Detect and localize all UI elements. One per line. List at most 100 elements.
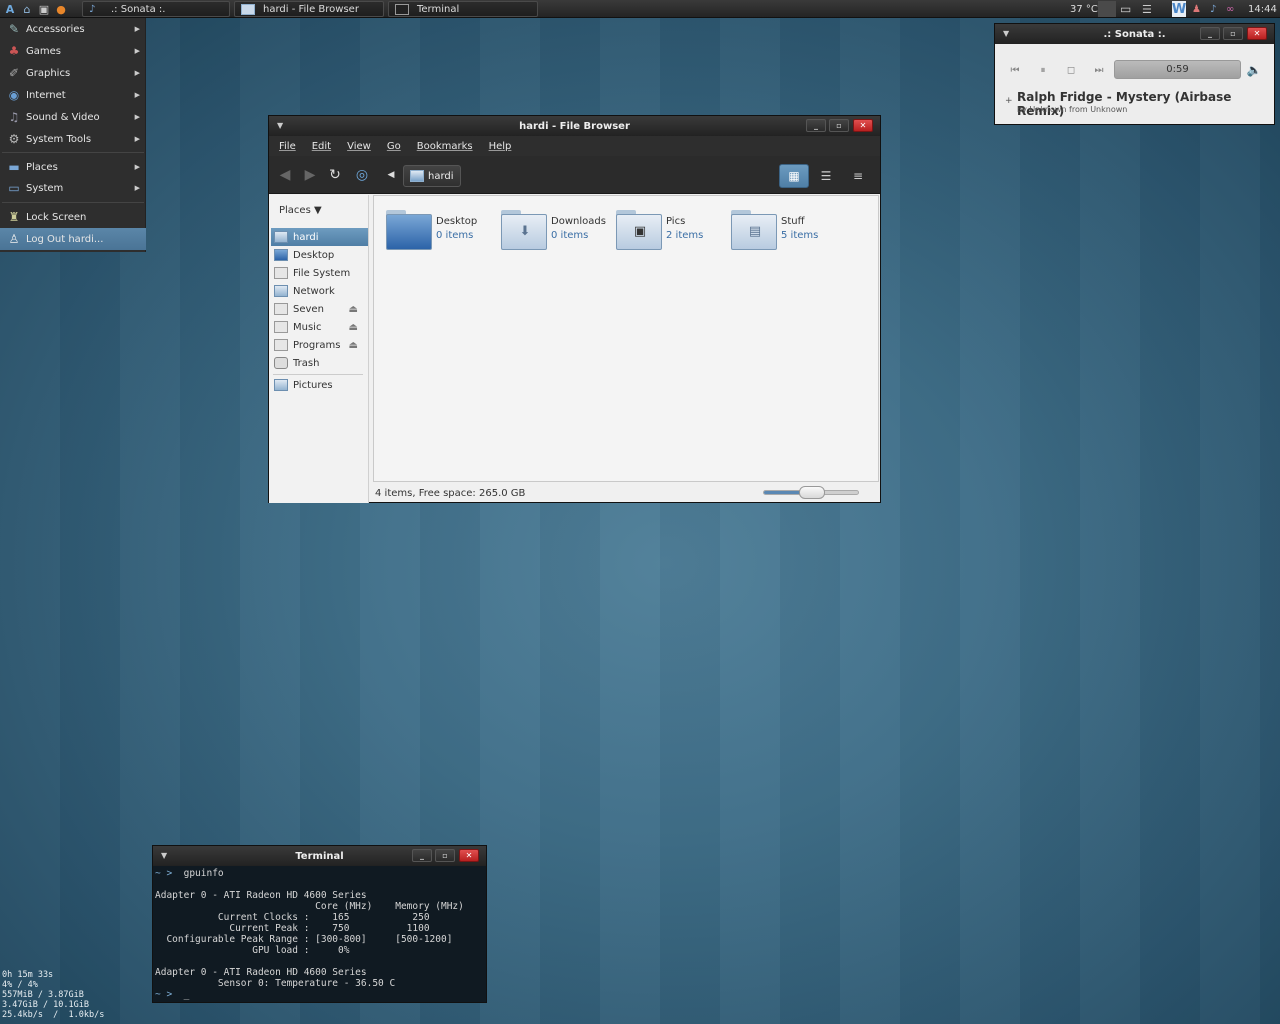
- sidebar-item-seven[interactable]: Seven ⏏: [271, 300, 368, 318]
- places-sidebar: Places ▼ hardi Desktop File System Netwo…: [269, 195, 369, 503]
- maximize-button[interactable]: ▫: [1223, 27, 1243, 40]
- music-tray-icon[interactable]: ♪: [1210, 1, 1216, 17]
- window-title: hardi - File Browser: [519, 120, 630, 132]
- file-browser-titlebar[interactable]: ▼ hardi - File Browser _ ▫ ✕: [269, 116, 880, 136]
- menu-edit[interactable]: Edit: [312, 141, 331, 152]
- menu-item-accessories[interactable]: ✎ Accessories ▶: [0, 18, 146, 40]
- eject-icon[interactable]: ⏏: [349, 304, 358, 315]
- menu-view[interactable]: View: [347, 141, 371, 152]
- volume-icon[interactable]: 🔈: [1244, 62, 1264, 78]
- menu-item-system-tools[interactable]: ⚙ System Tools ▶: [0, 128, 146, 150]
- file-item-desktop[interactable]: Desktop 0 items: [386, 210, 477, 250]
- forward-button[interactable]: ▶: [300, 165, 320, 185]
- maximize-button[interactable]: ▫: [829, 119, 849, 132]
- network-icon[interactable]: ▭: [1120, 1, 1131, 17]
- menu-item-sound-video[interactable]: ♫ Sound & Video ▶: [0, 106, 146, 128]
- sidebar-item-music[interactable]: Music ⏏: [271, 318, 368, 336]
- task-sonata[interactable]: ♪ .: Sonata :.: [82, 1, 230, 17]
- firefox-icon[interactable]: ●: [53, 1, 69, 17]
- drive-icon: [274, 339, 288, 351]
- terminal-prompt: ~ >: [155, 989, 173, 1000]
- submenu-arrow-icon: ▶: [134, 184, 140, 192]
- previous-track-button[interactable]: ⏮: [1005, 62, 1025, 78]
- zoom-slider[interactable]: [763, 486, 859, 499]
- eject-icon[interactable]: ⏏: [349, 322, 358, 333]
- submenu-arrow-icon: ▶: [134, 135, 140, 143]
- eject-icon[interactable]: ⏏: [349, 340, 358, 351]
- path-back-arrow-icon[interactable]: ◀: [381, 165, 401, 185]
- display-icon[interactable]: ☰: [1142, 1, 1152, 17]
- search-button[interactable]: ◎: [352, 165, 372, 185]
- terminal-output[interactable]: ~ > gpuinfo Adapter 0 - ATI Radeon HD 46…: [155, 868, 486, 1002]
- file-view[interactable]: Desktop 0 items ⬇ Downloads 0 items ▣ Pi…: [373, 195, 879, 482]
- sidebar-item-file-system[interactable]: File System: [271, 264, 368, 282]
- messenger-icon[interactable]: ∞: [1226, 1, 1234, 17]
- sonata-titlebar[interactable]: ▼ .: Sonata :. _ ▫ ✕: [995, 24, 1274, 44]
- menu-bookmarks[interactable]: Bookmarks: [417, 141, 473, 152]
- menu-item-lock-screen[interactable]: ♜ Lock Screen: [0, 206, 146, 228]
- sidebar-item-network[interactable]: Network: [271, 282, 368, 300]
- next-track-button[interactable]: ⏭: [1089, 62, 1109, 78]
- file-item-downloads[interactable]: ⬇ Downloads 0 items: [501, 210, 606, 250]
- window-menu-icon[interactable]: ▼: [161, 851, 167, 860]
- task-file-browser[interactable]: hardi - File Browser: [234, 1, 384, 17]
- menu-item-system[interactable]: ▭ System ▶: [0, 177, 146, 199]
- submenu-arrow-icon: ▶: [134, 163, 140, 171]
- menu-item-log-out[interactable]: ♙ Log Out hardi...: [0, 228, 146, 250]
- menu-item-games[interactable]: ♣ Games ▶: [0, 40, 146, 62]
- terminal-launcher-icon[interactable]: ▣: [36, 1, 52, 17]
- status-text: 4 items, Free space: 265.0 GB: [375, 487, 526, 499]
- close-button[interactable]: ✕: [853, 119, 873, 132]
- icon-view-button[interactable]: ▦: [779, 164, 809, 188]
- menu-item-graphics[interactable]: ✐ Graphics ▶: [0, 62, 146, 84]
- terminal-window: ▼ Terminal _ ▫ ✕ ~ > gpuinfo Adapter 0 -…: [152, 845, 487, 1003]
- maximize-button[interactable]: ▫: [435, 849, 455, 862]
- window-title: Terminal: [295, 850, 344, 862]
- menu-help[interactable]: Help: [489, 141, 512, 152]
- main-menu-icon[interactable]: A: [2, 1, 18, 17]
- clock[interactable]: 14:44: [1248, 1, 1277, 17]
- minimize-button[interactable]: _: [412, 849, 432, 862]
- desktop-icon: [274, 249, 288, 261]
- stop-button[interactable]: ◻: [1061, 62, 1081, 78]
- minimize-button[interactable]: _: [806, 119, 826, 132]
- expander-icon[interactable]: +: [1005, 96, 1013, 106]
- user-icon[interactable]: ♟: [1192, 1, 1201, 17]
- minimize-button[interactable]: _: [1200, 27, 1220, 40]
- terminal-line: Sensor 0: Temperature - 36.50 C: [155, 978, 396, 989]
- drive-icon: [274, 303, 288, 315]
- menu-bar: File Edit View Go Bookmarks Help: [269, 136, 880, 156]
- close-button[interactable]: ✕: [459, 849, 479, 862]
- toolbar: ◀ ▶ ↻ ◎ ◀ hardi ▦ ☰ ≡: [269, 156, 880, 194]
- menu-file[interactable]: File: [279, 141, 296, 152]
- sidebar-item-trash[interactable]: Trash: [271, 354, 368, 372]
- writer-icon[interactable]: W: [1172, 1, 1186, 17]
- file-item-pics[interactable]: ▣ Pics 2 items: [616, 210, 703, 250]
- window-menu-icon[interactable]: ▼: [277, 121, 283, 130]
- zoom-slider-knob[interactable]: [799, 486, 825, 499]
- playback-progress-bar[interactable]: 0:59: [1114, 60, 1241, 79]
- places-dropdown[interactable]: Places ▼: [279, 205, 322, 216]
- sidebar-item-hardi[interactable]: hardi: [271, 228, 368, 246]
- home-folder-icon[interactable]: ⌂: [19, 1, 35, 17]
- pause-button[interactable]: ⏸: [1033, 62, 1053, 78]
- downloads-folder-icon: ⬇: [501, 210, 547, 250]
- menu-item-places[interactable]: ▬ Places ▶: [0, 156, 146, 178]
- close-button[interactable]: ✕: [1247, 27, 1267, 40]
- menu-go[interactable]: Go: [387, 141, 401, 152]
- menu-item-internet[interactable]: ◉ Internet ▶: [0, 84, 146, 106]
- path-button-hardi[interactable]: hardi: [403, 165, 461, 187]
- terminal-titlebar[interactable]: ▼ Terminal _ ▫ ✕: [153, 846, 486, 866]
- reload-button[interactable]: ↻: [325, 165, 345, 185]
- sidebar-item-programs[interactable]: Programs ⏏: [271, 336, 368, 354]
- window-menu-icon[interactable]: ▼: [1003, 29, 1009, 38]
- file-item-stuff[interactable]: ▤ Stuff 5 items: [731, 210, 818, 250]
- terminal-line: Configurable Peak Range : [300-800] [500…: [155, 934, 453, 945]
- task-terminal[interactable]: Terminal: [388, 1, 538, 17]
- list-view-button[interactable]: ☰: [811, 164, 841, 188]
- sidebar-item-pictures[interactable]: Pictures: [271, 376, 368, 394]
- back-button[interactable]: ◀: [275, 165, 295, 185]
- sidebar-item-desktop[interactable]: Desktop: [271, 246, 368, 264]
- compact-view-button[interactable]: ≡: [843, 164, 873, 188]
